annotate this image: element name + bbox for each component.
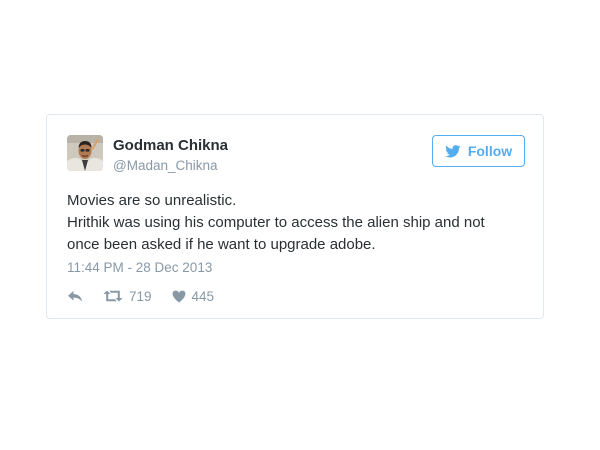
follow-button[interactable]: Follow (432, 135, 525, 167)
author-display-name[interactable]: Godman Chikna (113, 137, 228, 154)
twitter-bird-icon (445, 144, 461, 158)
retweet-button[interactable]: 719 (103, 289, 152, 304)
like-button[interactable]: 445 (172, 288, 215, 304)
reply-icon (67, 290, 83, 303)
tweet-timestamp[interactable]: 11:44 PM - 28 Dec 2013 (67, 260, 212, 275)
author-avatar[interactable] (67, 135, 103, 171)
tweet-text-line: Hrithik was using his computer to access… (67, 214, 485, 231)
tweet-text: Movies are so unrealistic. Hrithik was u… (67, 190, 527, 256)
follow-button-label: Follow (467, 143, 513, 159)
reply-button[interactable] (67, 290, 83, 303)
like-count: 445 (191, 288, 215, 304)
author-screen-name[interactable]: @Madan_Chikna (113, 158, 218, 173)
tweet-card: Godman Chikna @Madan_Chikna Follow Movie… (46, 114, 544, 319)
tweet-actions: 719 445 (67, 287, 214, 305)
avatar-image (67, 135, 103, 171)
tweet-text-line: Movies are so unrealistic. (67, 192, 237, 209)
heart-icon (172, 290, 186, 303)
retweet-count: 719 (129, 288, 152, 304)
tweet-text-line: once been asked if he want to upgrade ad… (67, 236, 376, 253)
retweet-icon (103, 289, 123, 303)
